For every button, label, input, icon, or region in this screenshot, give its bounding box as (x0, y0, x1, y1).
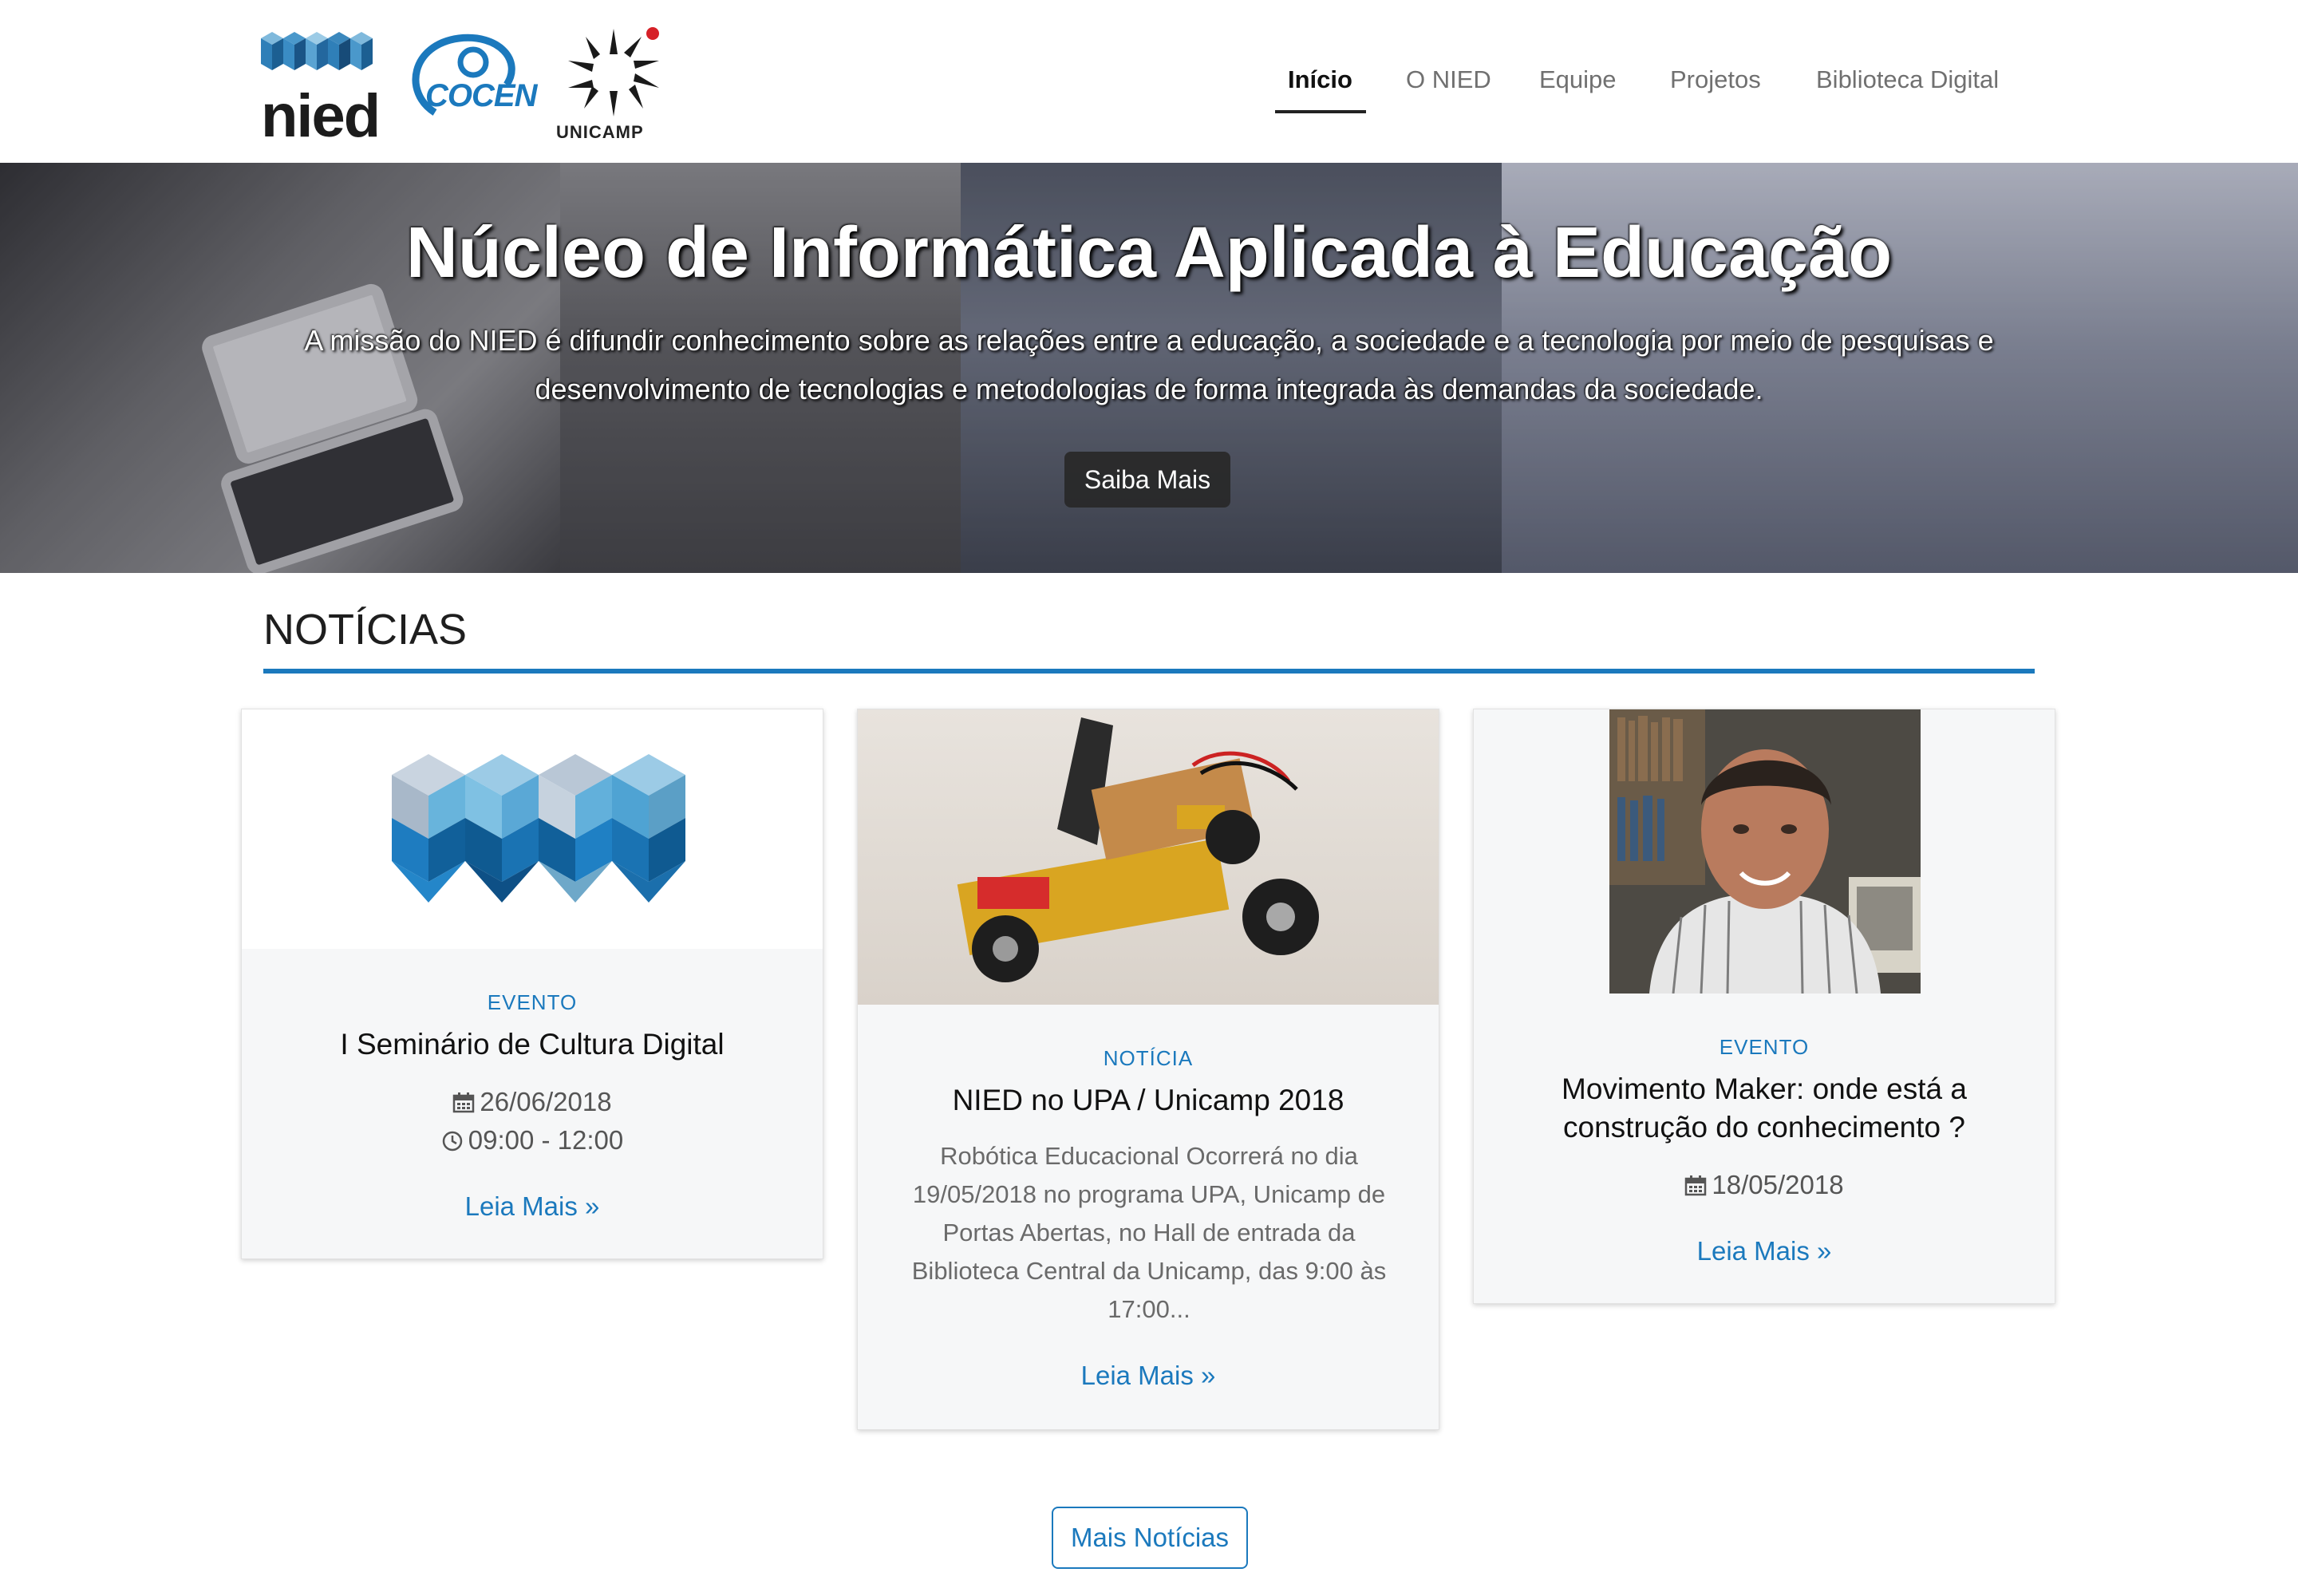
portrait-image (1609, 709, 1921, 994)
news-card-date: 26/06/2018 (242, 1083, 823, 1121)
news-card-category: NOTÍCIA (1103, 1046, 1194, 1070)
main-nav: Início O NIED Equipe Projetos Biblioteca… (0, 65, 2298, 113)
news-card[interactable]: EVENTO Movimento Maker: onde está a cons… (1473, 709, 2055, 1304)
news-card-date: 18/05/2018 (1474, 1166, 2055, 1204)
news-card[interactable]: NOTÍCIA NIED no UPA / Unicamp 2018 Robót… (857, 709, 1439, 1430)
news-heading: NOTÍCIAS (263, 606, 468, 654)
leia-mais-link[interactable]: Leia Mais » (858, 1361, 1439, 1391)
site-header: nied COCEN UNICAMP Início O NIED Equipe … (0, 0, 2298, 163)
saiba-mais-button[interactable]: Saiba Mais (1064, 452, 1230, 508)
news-heading-rule (263, 669, 2035, 674)
robot-car-image (957, 717, 1319, 982)
nav-item-biblioteca-digital[interactable]: Biblioteca Digital (1816, 65, 1999, 94)
news-card-title-line-1: Movimento Maker: onde está a (1562, 1073, 1967, 1105)
news-card-time-value: 09:00 - 12:00 (468, 1125, 624, 1155)
mais-noticias-button[interactable]: Mais Notícias (1052, 1507, 1248, 1569)
active-nav-indicator (1275, 110, 1366, 113)
news-card-title[interactable]: Movimento Maker: onde está a construção … (1474, 1070, 2055, 1147)
news-card-title[interactable]: NIED no UPA / Unicamp 2018 (858, 1081, 1439, 1120)
hero-banner: Núcleo de Informática Aplicada à Educaçã… (0, 163, 2298, 573)
clock-icon (442, 1131, 462, 1152)
hero-title: Núcleo de Informática Aplicada à Educaçã… (405, 213, 1893, 293)
news-card-time: 09:00 - 12:00 (242, 1121, 823, 1159)
news-card-image-portrait[interactable] (1474, 709, 2055, 994)
nied-cube-image (392, 754, 685, 903)
news-card-date-value: 18/05/2018 (1712, 1170, 1844, 1199)
leia-mais-link[interactable]: Leia Mais » (1474, 1236, 2055, 1266)
calendar-icon (1685, 1175, 1707, 1196)
news-card-category: EVENTO (487, 990, 578, 1014)
calendar-icon (453, 1092, 475, 1113)
news-card-date-value: 26/06/2018 (480, 1087, 612, 1116)
news-card-title[interactable]: I Seminário de Cultura Digital (242, 1025, 823, 1064)
nav-item-equipe[interactable]: Equipe (1539, 65, 1617, 94)
news-card-title-line-2: construção do conhecimento ? (1563, 1111, 1965, 1144)
news-card[interactable]: EVENTO I Seminário de Cultura Digital 26… (241, 709, 823, 1259)
hero-subtitle: A missão do NIED é difundir conhecimento… (271, 316, 2027, 413)
nav-item-projetos[interactable]: Projetos (1670, 65, 1761, 94)
news-card-image-robot[interactable] (858, 709, 1439, 1005)
hero-subtitle-line-2: desenvolvimento de tecnologias e metodol… (535, 373, 1763, 405)
nav-item-o-nied[interactable]: O NIED (1406, 65, 1491, 94)
news-card-category: EVENTO (1719, 1035, 1810, 1059)
unicamp-logo-text: UNICAMP (556, 122, 644, 142)
news-card-description: Robótica Educacional Ocorrerá no dia 19/… (911, 1142, 1387, 1323)
leia-mais-link[interactable]: Leia Mais » (242, 1191, 823, 1222)
hero-subtitle-line-1: A missão do NIED é difundir conhecimento… (304, 324, 1994, 357)
nav-item-inicio[interactable]: Início (1288, 65, 1352, 94)
news-card-image-nied-logo[interactable] (242, 709, 823, 949)
